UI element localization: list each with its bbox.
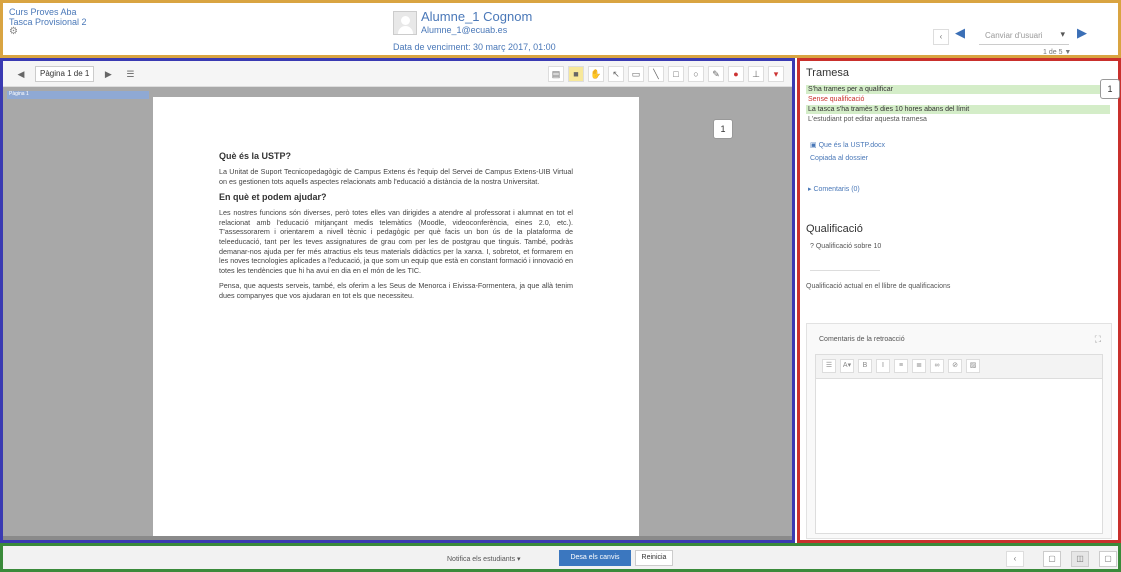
image-icon[interactable]: ▨: [966, 359, 980, 373]
notify-students[interactable]: Notifica els estudiants ▾: [447, 555, 521, 563]
user-count: 1 de 5 ▼: [1043, 49, 1071, 56]
editor-toolbar: ☰ A▾ B I ≡ ≣ ∞ ⊘ ▨: [816, 355, 1102, 379]
change-user-select[interactable]: Canviar d'usuari ▾: [979, 27, 1069, 45]
pen-tool-icon[interactable]: ✎: [708, 66, 724, 82]
feedback-comments: Comentaris de la retroacció ⛶ ☰ A▾ B I ≡…: [806, 323, 1112, 539]
toolbar-toggle-icon[interactable]: ☰: [822, 359, 836, 373]
edit-status: L'estudiant pot editar aquesta tramesa: [808, 116, 927, 123]
select-tool-icon[interactable]: ↖: [608, 66, 624, 82]
grading-status: Sense qualificació: [808, 96, 865, 103]
student-email: Alumne_1@ecuab.es: [421, 25, 508, 35]
horizontal-scrollbar[interactable]: [3, 536, 792, 540]
numbered-list-icon[interactable]: ≣: [912, 359, 926, 373]
comment-color-icon[interactable]: ■: [568, 66, 584, 82]
stamp-tool-icon[interactable]: ⊥: [748, 66, 764, 82]
avatar: [393, 11, 417, 35]
gear-icon[interactable]: ⚙: [9, 27, 87, 37]
expand-icon[interactable]: ⛶: [1095, 334, 1101, 345]
user-navigation: ‹ ◀ Canviar d'usuari ▾ ▶ 1 de 5 ▼: [933, 11, 1113, 56]
submission-title: Tramesa: [806, 67, 849, 79]
save-changes-button[interactable]: Desa els canvis: [559, 550, 631, 566]
heading-what-is: Què és la USTP?: [219, 151, 292, 161]
comments-toggle[interactable]: ▸ Comentaris (0): [808, 185, 860, 193]
student-name-link[interactable]: Alumne_1 Cognom: [421, 9, 532, 24]
paragraph-3: Pensa, que aquests serveis, també, els o…: [219, 281, 573, 300]
layout-split-icon[interactable]: ◫: [1071, 551, 1089, 567]
paragraph-style-icon[interactable]: A▾: [840, 359, 854, 373]
expand-icon[interactable]: ☰: [122, 66, 138, 82]
thumbnail-strip: Pàgina 1: [3, 87, 153, 537]
gradebook-current: Qualificació actual en el llibre de qual…: [806, 283, 951, 290]
copy-link[interactable]: Copiada al dossier: [810, 155, 868, 162]
layout-left-icon[interactable]: ▢: [1043, 551, 1061, 567]
layout-right-icon[interactable]: ▢: [1099, 551, 1117, 567]
submitted-file-link[interactable]: ▣ Que és la USTP.docx: [810, 141, 885, 149]
user-count-label: 1 de 5: [1043, 49, 1063, 56]
unlink-icon[interactable]: ⊘: [948, 359, 962, 373]
collapse-left-icon[interactable]: ‹: [1006, 551, 1024, 567]
annotation-tools: ▤ ■ ✋ ↖ ▭ ╲ □ ○ ✎ ● ⊥ ▾: [548, 66, 784, 82]
page-navigation: ◀ Pàgina 1 de 1 ▶ ☰: [13, 66, 138, 82]
file-icon: ▣: [810, 142, 817, 149]
file-link-label: Que és la USTP.docx: [818, 142, 885, 149]
page-thumbnail[interactable]: Pàgina 1: [7, 91, 149, 99]
due-date: Data de venciment: 30 març 2017, 01:00: [393, 42, 556, 52]
bold-icon[interactable]: B: [858, 359, 872, 373]
feedback-label: Comentaris de la retroacció: [819, 336, 905, 343]
time-remaining: La tasca s'ha tramès 5 dies 10 hores aba…: [806, 105, 1110, 114]
comments-label: Comentaris (0): [813, 186, 860, 193]
grading-panel: Tramesa S'ha trames per a qualificar Sen…: [797, 58, 1121, 543]
chevron-right-icon: ▸: [808, 186, 812, 193]
next-user-icon[interactable]: ▶: [1077, 25, 1087, 41]
comment-search-icon[interactable]: ▤: [548, 66, 564, 82]
filter-icon[interactable]: ▼: [1064, 49, 1071, 56]
chevron-down-icon: ▾: [1060, 29, 1065, 39]
course-name-link[interactable]: Curs Proves Aba: [9, 7, 87, 17]
user-select-label: Canviar d'usuari: [985, 31, 1043, 40]
document-page[interactable]: Què és la USTP? La Unitat de Suport Tecn…: [153, 97, 639, 537]
grade-input[interactable]: [810, 255, 880, 271]
document-panel: ◀ Pàgina 1 de 1 ▶ ☰ ▤ ■ ✋ ↖ ▭ ╲ □ ○ ✎ ● …: [0, 58, 795, 543]
rectangle-tool-icon[interactable]: □: [668, 66, 684, 82]
course-info: Curs Proves Aba Tasca Provisional 2 ⚙: [9, 7, 87, 37]
heading-how-help: En què et podem ajudar?: [219, 192, 327, 203]
italic-icon[interactable]: I: [876, 359, 890, 373]
bullet-list-icon[interactable]: ≡: [894, 359, 908, 373]
notify-label: Notifica els estudiants: [447, 556, 516, 563]
annotation-marker[interactable]: 1: [713, 119, 733, 139]
pan-tool-icon[interactable]: ✋: [588, 66, 604, 82]
chevron-down-icon: ▾: [517, 556, 521, 563]
grade-label: ? Qualificació sobre 10: [810, 243, 881, 250]
next-page-icon[interactable]: ▶: [100, 66, 116, 82]
link-icon[interactable]: ∞: [930, 359, 944, 373]
annotation-toolbar: ◀ Pàgina 1 de 1 ▶ ☰ ▤ ■ ✋ ↖ ▭ ╲ □ ○ ✎ ● …: [3, 61, 792, 87]
feedback-editor[interactable]: ☰ A▾ B I ≡ ≣ ∞ ⊘ ▨: [815, 354, 1103, 534]
previous-user-icon[interactable]: ◀: [955, 25, 965, 41]
assignment-name-link[interactable]: Tasca Provisional 2: [9, 17, 87, 27]
collapse-icon[interactable]: ‹: [933, 29, 949, 45]
highlight-color-icon[interactable]: ●: [728, 66, 744, 82]
line-tool-icon[interactable]: ╲: [648, 66, 664, 82]
reset-button[interactable]: Reinicia: [635, 550, 673, 566]
paragraph-1: La Unitat de Suport Tecnicopedagògic de …: [219, 167, 573, 186]
page-select[interactable]: Pàgina 1 de 1: [35, 66, 95, 82]
submission-status: S'ha trames per a qualificar: [806, 85, 1110, 94]
help-icon[interactable]: ?: [810, 243, 814, 250]
oval-tool-icon[interactable]: ○: [688, 66, 704, 82]
comment-tool-icon[interactable]: ▭: [628, 66, 644, 82]
grade-label-text: Qualificació sobre 10: [815, 243, 882, 250]
grade-title: Qualificació: [806, 223, 863, 235]
stamp-select-icon[interactable]: ▾: [768, 66, 784, 82]
paragraph-2: Les nostres funcions són diverses, però …: [219, 208, 573, 275]
grader-header: Curs Proves Aba Tasca Provisional 2 ⚙ Al…: [0, 0, 1121, 58]
previous-page-icon[interactable]: ◀: [13, 66, 29, 82]
panel-marker[interactable]: 1: [1100, 79, 1120, 99]
grader-footer: Notifica els estudiants ▾ Desa els canvi…: [0, 543, 1121, 572]
